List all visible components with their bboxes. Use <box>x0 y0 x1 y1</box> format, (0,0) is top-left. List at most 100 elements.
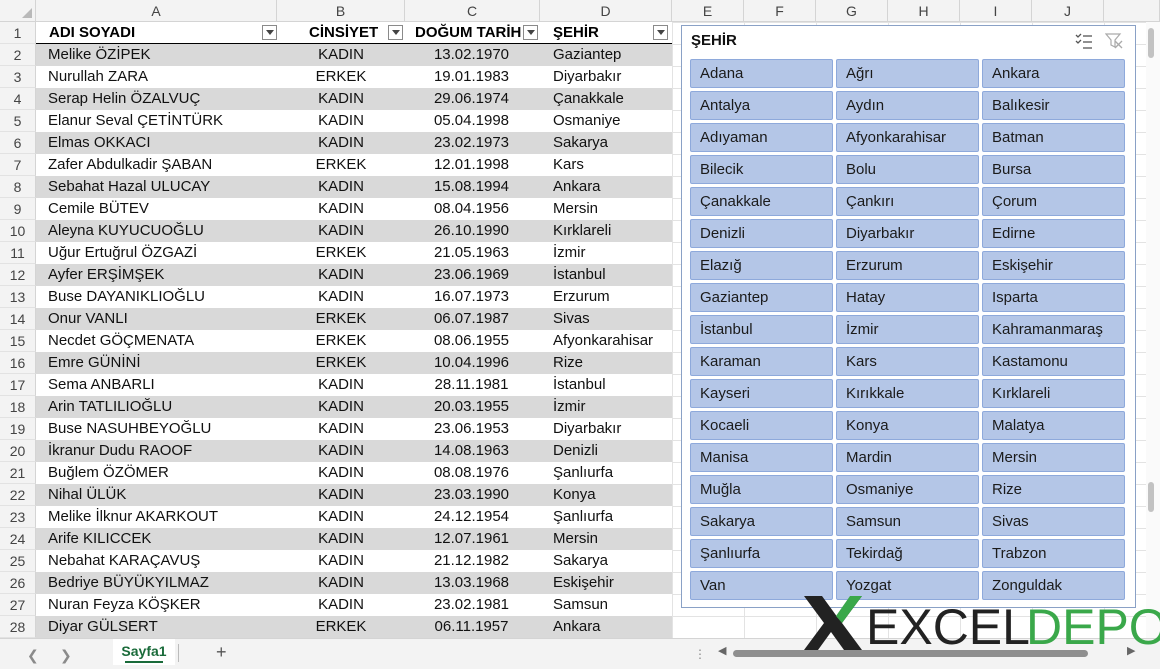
cell-gender[interactable]: KADIN <box>276 198 406 220</box>
cell-birth[interactable]: 12.01.1998 <box>405 154 538 176</box>
cell-gender[interactable]: ERKEK <box>276 66 406 88</box>
scroll-left-arrow-icon[interactable]: ◀ <box>718 644 726 657</box>
row-header[interactable]: 21 <box>0 462 36 484</box>
slicer-item[interactable]: Gaziantep <box>690 283 833 312</box>
cell-gender[interactable]: KADIN <box>276 264 406 286</box>
cell-city[interactable]: Şanlıurfa <box>553 506 673 528</box>
slicer-item[interactable]: Çorum <box>982 187 1125 216</box>
row-header[interactable]: 19 <box>0 418 36 440</box>
row-header[interactable]: 4 <box>0 88 36 110</box>
table-row[interactable]: Necdet GÖÇMENATA ERKEK 08.06.1955 Afyonkara… <box>36 330 672 352</box>
cell-city[interactable]: Denizli <box>553 440 673 462</box>
cell-city[interactable]: Mersin <box>553 528 673 550</box>
column-header-a[interactable]: A <box>36 0 277 22</box>
cell-name[interactable]: Sebahat Hazal ULUCAY <box>48 176 278 198</box>
cell-birth[interactable]: 06.07.1987 <box>405 308 538 330</box>
cell-birth[interactable]: 20.03.1955 <box>405 396 538 418</box>
cell-city[interactable]: Afyonkarahisar <box>553 330 673 352</box>
cell-gender[interactable]: KADIN <box>276 462 406 484</box>
cell-name[interactable]: Aleyna KUYUCUOĞLU <box>48 220 278 242</box>
cell-name[interactable]: Arin TATLILIOĞLU <box>48 396 278 418</box>
cell-city[interactable]: Sakarya <box>553 132 673 154</box>
cell-name[interactable]: Cemile BÜTEV <box>48 198 278 220</box>
cell-city[interactable]: Kars <box>553 154 673 176</box>
cell-name[interactable]: Bedriye BÜYÜKYILMAZ <box>48 572 278 594</box>
column-header-j[interactable]: J <box>1032 0 1104 22</box>
cell-name[interactable]: Zafer Abdulkadir ŞABAN <box>48 154 278 176</box>
row-header-1[interactable]: 1 <box>0 22 36 44</box>
table-row[interactable]: Sebahat Hazal ULUCAY KADIN 15.08.1994 Ankar… <box>36 176 672 198</box>
cell-name[interactable]: Nebahat KARAÇAVUŞ <box>48 550 278 572</box>
cell-gender[interactable]: KADIN <box>276 506 406 528</box>
slicer-item[interactable]: Samsun <box>836 507 979 536</box>
table-row[interactable]: Nuran Feyza KÖŞKER KADIN 23.02.1981 Samsun <box>36 594 672 616</box>
column-header-d[interactable]: D <box>540 0 672 22</box>
cell-city[interactable]: Eskişehir <box>553 572 673 594</box>
slicer-item[interactable]: Muğla <box>690 475 833 504</box>
row-header[interactable]: 20 <box>0 440 36 462</box>
cell-birth[interactable]: 23.06.1953 <box>405 418 538 440</box>
cell-gender[interactable]: KADIN <box>276 110 406 132</box>
cell-city[interactable]: İstanbul <box>553 374 673 396</box>
row-header[interactable]: 13 <box>0 286 36 308</box>
row-header[interactable]: 22 <box>0 484 36 506</box>
row-header[interactable]: 27 <box>0 594 36 616</box>
slicer-item[interactable]: Rize <box>982 475 1125 504</box>
cell-birth[interactable]: 26.10.1990 <box>405 220 538 242</box>
cell-gender[interactable]: KADIN <box>276 374 406 396</box>
cell-gender[interactable]: KADIN <box>276 396 406 418</box>
cell-city[interactable]: Erzurum <box>553 286 673 308</box>
cell-city[interactable]: Diyarbakır <box>553 418 673 440</box>
slicer-item[interactable]: Eskişehir <box>982 251 1125 280</box>
cell-gender[interactable]: KADIN <box>276 286 406 308</box>
multi-select-icon[interactable] <box>1075 32 1093 50</box>
cell-birth[interactable]: 16.07.1973 <box>405 286 538 308</box>
slicer-item[interactable]: Kocaeli <box>690 411 833 440</box>
cell-name[interactable]: Arife KILICCEK <box>48 528 278 550</box>
cell-city[interactable]: İzmir <box>553 396 673 418</box>
prev-sheet-arrow-icon[interactable]: ❮ <box>27 647 39 664</box>
table-row[interactable]: Uğur Ertuğrul ÖZGAZİ ERKEK 21.05.1963 İzmir <box>36 242 672 264</box>
slicer-item[interactable]: Çankırı <box>836 187 979 216</box>
cell-gender[interactable]: ERKEK <box>276 616 406 638</box>
table-row[interactable]: Sema ANBARLI KADIN 28.11.1981 İstanbul <box>36 374 672 396</box>
cell-city[interactable]: Ankara <box>553 176 673 198</box>
cell-gender[interactable]: ERKEK <box>276 154 406 176</box>
cell-name[interactable]: Elmas OKKACI <box>48 132 278 154</box>
row-header[interactable]: 25 <box>0 550 36 572</box>
row-header[interactable]: 24 <box>0 528 36 550</box>
table-row[interactable]: Zafer Abdulkadir ŞABAN ERKEK 12.01.1998 Kar… <box>36 154 672 176</box>
column-header-g[interactable]: G <box>816 0 888 22</box>
cell-name[interactable]: Elanur Seval ÇETİNTÜRK <box>48 110 278 132</box>
cell-city[interactable]: Osmaniye <box>553 110 673 132</box>
cell-name[interactable]: Emre GÜNİNİ <box>48 352 278 374</box>
row-header[interactable]: 8 <box>0 176 36 198</box>
row-header[interactable]: 5 <box>0 110 36 132</box>
table-row[interactable]: Arife KILICCEK KADIN 12.07.1961 Mersin <box>36 528 672 550</box>
city-slicer[interactable]: ŞEHİR Adana Ağrı Ankara Antalya Aydın Balıkes… <box>681 25 1136 608</box>
cell-gender[interactable]: KADIN <box>276 418 406 440</box>
cell-name[interactable]: Sema ANBARLI <box>48 374 278 396</box>
cell-birth[interactable]: 21.05.1963 <box>405 242 538 264</box>
cell-birth[interactable]: 23.02.1973 <box>405 132 538 154</box>
table-row[interactable]: Buse DAYANIKLIOĞLU KADIN 16.07.1973 Erzurum <box>36 286 672 308</box>
tab-split-handle-icon[interactable]: ⋮ <box>694 647 706 661</box>
slicer-item[interactable]: Şanlıurfa <box>690 539 833 568</box>
row-header[interactable]: 6 <box>0 132 36 154</box>
slicer-item[interactable]: Malatya <box>982 411 1125 440</box>
cell-birth[interactable]: 12.07.1961 <box>405 528 538 550</box>
slicer-item[interactable]: Kahramanmaraş <box>982 315 1125 344</box>
slicer-item[interactable]: Kırklareli <box>982 379 1125 408</box>
cell-city[interactable]: İzmir <box>553 242 673 264</box>
cell-name[interactable]: Melike İlknur AKARKOUT <box>48 506 278 528</box>
cell-name[interactable]: Nihal ÜLÜK <box>48 484 278 506</box>
cell-name[interactable]: Melike ÖZİPEK <box>48 44 278 66</box>
cell-birth[interactable]: 29.06.1974 <box>405 88 538 110</box>
slicer-item[interactable]: Mersin <box>982 443 1125 472</box>
cell-city[interactable]: Samsun <box>553 594 673 616</box>
slicer-item[interactable]: Bolu <box>836 155 979 184</box>
cell-birth[interactable]: 06.11.1957 <box>405 616 538 638</box>
cell-birth[interactable]: 23.06.1969 <box>405 264 538 286</box>
cell-name[interactable]: Onur VANLI <box>48 308 278 330</box>
cell-city[interactable]: Diyarbakır <box>553 66 673 88</box>
